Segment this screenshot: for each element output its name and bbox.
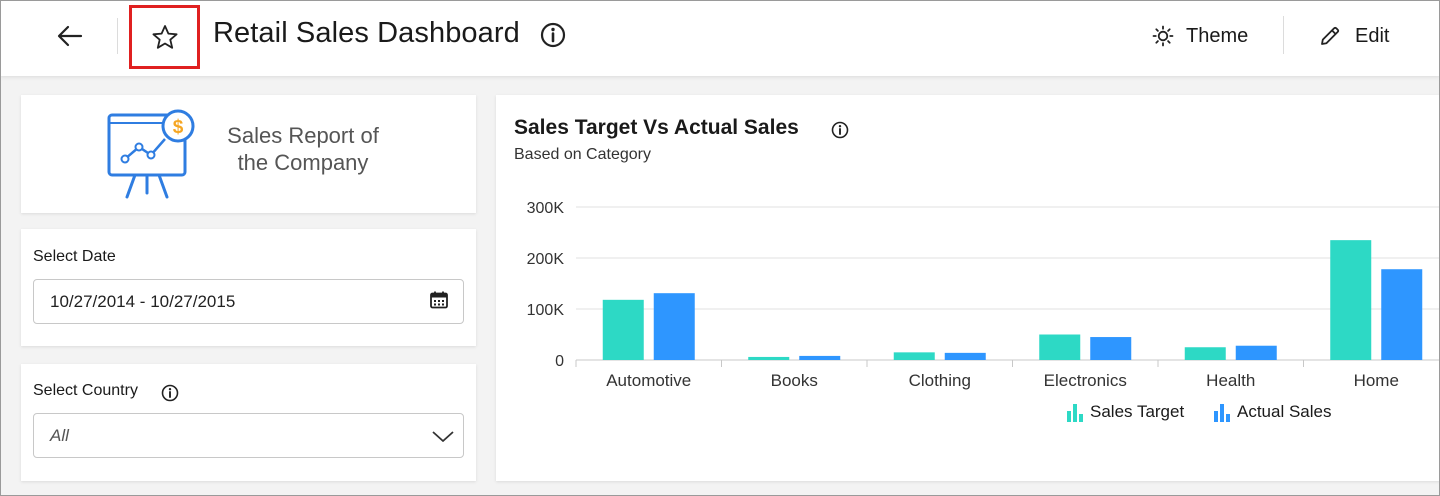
- bar-actual-sales: [1381, 269, 1423, 360]
- theme-button[interactable]: Theme: [1152, 20, 1248, 52]
- category-label: Books: [771, 371, 818, 390]
- date-filter-card: Select Date 10/27/2014 - 10/27/2015: [21, 229, 476, 346]
- chevron-down-icon[interactable]: [431, 426, 455, 446]
- bar-sales-target: [1184, 347, 1226, 360]
- category-label: Health: [1206, 371, 1255, 390]
- arrow-left-icon: [57, 25, 83, 47]
- category-label: Clothing: [909, 371, 971, 390]
- bar-chart-icon: [1067, 404, 1083, 422]
- y-tick-label: 200K: [527, 251, 565, 268]
- bar-actual-sales: [799, 355, 841, 360]
- category-label: Home: [1354, 371, 1399, 390]
- star-icon: [152, 24, 177, 49]
- country-filter-label: Select Country: [33, 382, 138, 399]
- country-filter-card: Select Country All: [21, 364, 476, 481]
- edit-label: Edit: [1355, 24, 1390, 47]
- bar-sales-target: [748, 356, 790, 360]
- legend-item-actual-sales[interactable]: Actual Sales: [1213, 402, 1332, 422]
- bar-actual-sales: [1235, 345, 1277, 360]
- logo-caption-line1: Sales Report of: [227, 123, 379, 148]
- pencil-icon: [1321, 26, 1340, 45]
- svg-text:$: $: [173, 117, 184, 138]
- y-tick-label: 0: [555, 353, 564, 370]
- bar-chart: 0 100K 200K 300K Automotive Books Clothing Elec…: [527, 200, 1440, 390]
- legend-item-sales-target[interactable]: Sales Target: [1066, 402, 1184, 422]
- dashboard-header: Retail Sales Dashboard Theme Edit: [0, 0, 1440, 76]
- theme-label: Theme: [1186, 24, 1249, 47]
- date-filter-label: Select Date: [33, 248, 116, 265]
- sun-icon: [1152, 25, 1174, 47]
- info-icon[interactable]: [540, 22, 566, 48]
- back-button[interactable]: [52, 20, 88, 52]
- logo-caption-line2: the Company: [237, 150, 369, 175]
- bar-actual-sales: [1090, 337, 1132, 360]
- sales-report-logo: $: [107, 109, 195, 199]
- y-tick-label: 100K: [527, 302, 565, 319]
- category-label: Electronics: [1044, 371, 1127, 390]
- header-divider: [117, 18, 118, 54]
- country-select[interactable]: All: [33, 413, 464, 458]
- bar-actual-sales: [653, 293, 695, 360]
- favorite-button[interactable]: [129, 5, 200, 69]
- logo-widget: $ Sales Report of the Company: [21, 95, 476, 213]
- bar-sales-target: [1330, 240, 1372, 360]
- sales-chart-card: Sales Target Vs Actual Sales Based on Ca…: [496, 95, 1440, 481]
- bar-actual-sales: [944, 352, 986, 360]
- date-range-value: 10/27/2014 - 10/27/2015: [50, 292, 236, 311]
- logo-caption: Sales Report of the Company: [217, 122, 389, 176]
- page-title: Retail Sales Dashboard: [213, 17, 520, 49]
- y-tick-label: 300K: [527, 200, 565, 217]
- info-icon[interactable]: [161, 384, 179, 402]
- legend-label: Sales Target: [1090, 402, 1185, 421]
- bar-sales-target: [893, 352, 935, 360]
- bar-sales-target: [602, 299, 644, 360]
- bar-sales-target: [1039, 334, 1081, 360]
- date-range-input[interactable]: 10/27/2014 - 10/27/2015: [33, 279, 464, 324]
- header-divider: [1283, 16, 1284, 54]
- calendar-icon[interactable]: [429, 290, 449, 310]
- bar-chart-icon: [1214, 404, 1230, 422]
- edit-button[interactable]: Edit: [1319, 20, 1389, 52]
- category-label: Automotive: [606, 371, 691, 390]
- country-select-value: All: [50, 426, 69, 445]
- legend-label: Actual Sales: [1237, 402, 1332, 421]
